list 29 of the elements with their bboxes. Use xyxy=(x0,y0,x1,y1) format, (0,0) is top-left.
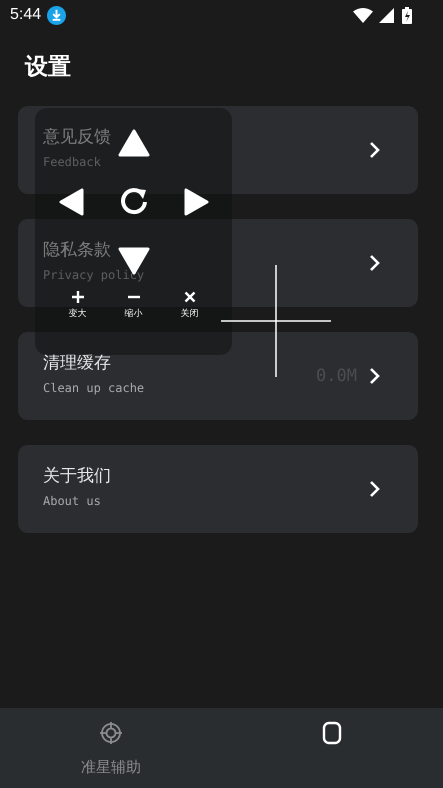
page-title: 设置 xyxy=(25,53,72,82)
chevron-right-icon xyxy=(369,141,381,159)
refresh-icon[interactable] xyxy=(118,187,148,217)
wifi-icon xyxy=(353,8,373,22)
signal-icon xyxy=(379,8,394,22)
item-subtitle: Feedback xyxy=(43,154,101,170)
chevron-right-icon xyxy=(369,367,381,385)
item-title: 关于我们 xyxy=(43,465,111,487)
settings-item[interactable]: 关于我们 About us xyxy=(18,445,418,533)
chevron-right-icon xyxy=(369,254,381,272)
item-subtitle: About us xyxy=(43,493,101,509)
settings-item[interactable]: 隐私条款 Privacy policy xyxy=(18,219,418,307)
control-label[interactable]: 关闭 xyxy=(180,309,198,320)
settings-item[interactable]: 意见反馈 Feedback xyxy=(18,106,418,194)
item-subtitle: Privacy policy xyxy=(43,267,144,283)
close-icon[interactable] xyxy=(182,290,196,304)
item-title: 隐私条款 xyxy=(43,239,111,261)
chevron-right-icon xyxy=(369,480,381,498)
up-arrow-icon[interactable] xyxy=(116,128,150,158)
item-title: 清理缓存 xyxy=(43,352,111,374)
battery-icon xyxy=(402,6,412,24)
item-subtitle: Clean up cache xyxy=(43,380,144,396)
download-icon xyxy=(47,6,66,24)
status-time: 5:44 xyxy=(10,6,42,24)
control-label[interactable]: 变大 xyxy=(68,309,86,320)
control-label[interactable]: 缩小 xyxy=(124,309,142,320)
plus-icon[interactable] xyxy=(70,290,84,304)
item-title: 意见反馈 xyxy=(43,126,111,148)
crosshair-icon xyxy=(98,721,123,745)
